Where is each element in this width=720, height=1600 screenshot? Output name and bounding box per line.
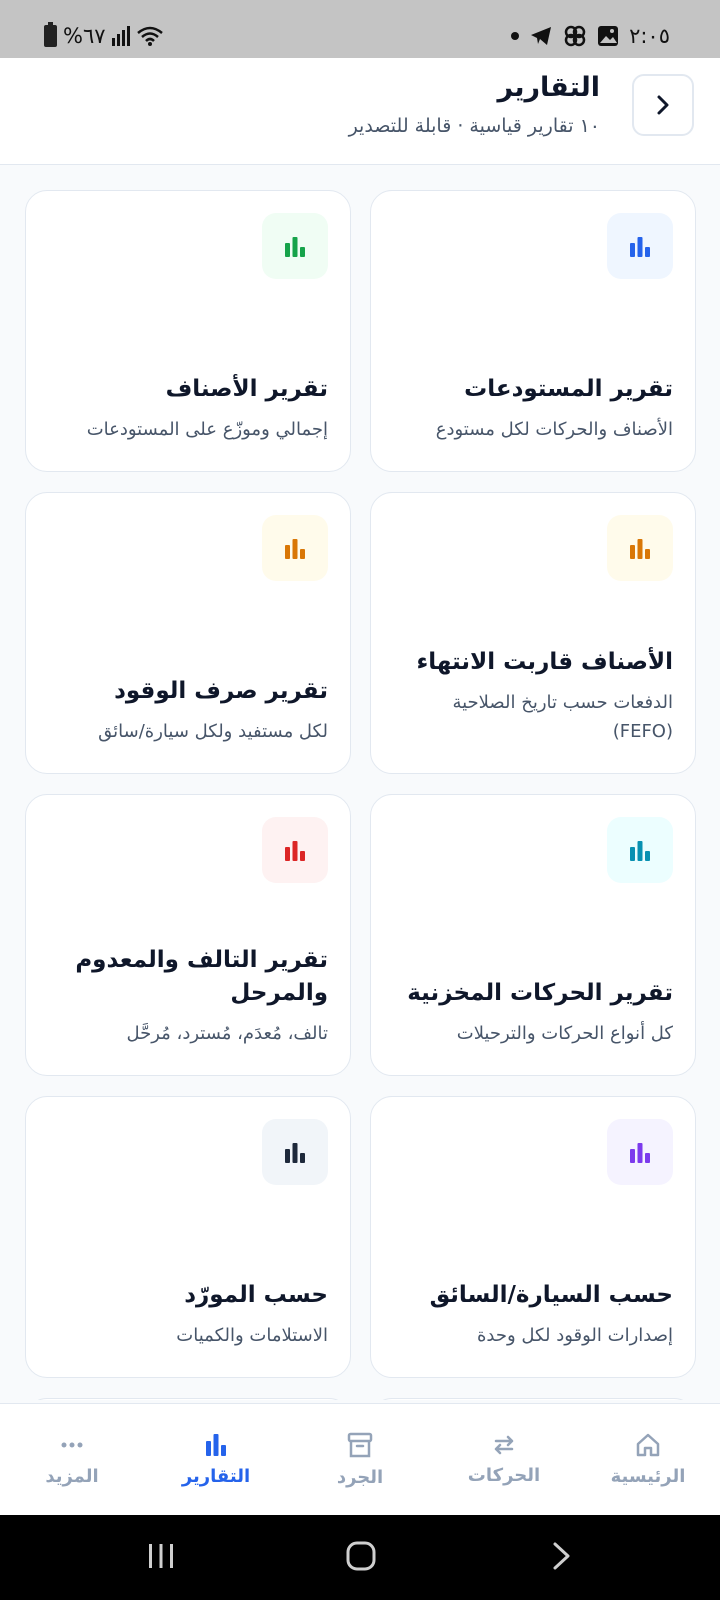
report-card-expiring[interactable]: الأصناف قاربت الانتهاء الدفعات حسب تاريخ… — [370, 492, 696, 774]
telegram-icon — [531, 27, 552, 45]
bar-chart-icon — [285, 539, 305, 559]
report-title: حسب السيارة/السائق — [429, 1281, 673, 1308]
nav-more[interactable]: المزيد — [0, 1404, 144, 1515]
wifi-icon — [136, 26, 163, 46]
nav-reports[interactable]: التقارير — [144, 1404, 288, 1515]
report-description: الأصناف والحركات لكل مستودع — [435, 419, 673, 441]
pinwheel-icon — [564, 25, 586, 47]
report-icon-box — [262, 817, 328, 883]
report-description: كل أنواع الحركات والترحيلات — [456, 1023, 673, 1045]
report-card-supplier[interactable]: حسب المورّد الاستلامات والكميات — [25, 1096, 351, 1378]
gallery-icon — [598, 26, 619, 46]
bar-chart-icon — [630, 539, 650, 559]
swap-arrows-icon — [494, 1435, 514, 1455]
report-description: الاستلامات والكميات — [176, 1325, 328, 1347]
bar-chart-icon — [285, 1143, 305, 1163]
page-subtitle: ١٠ تقارير قياسية · قابلة للتصدير — [348, 115, 600, 137]
report-title: الأصناف قاربت الانتهاء — [416, 649, 673, 676]
report-title: تقرير المستودعات — [464, 375, 673, 402]
bottom-nav: الرئيسية الحركات الجرد التقارير المزيد — [0, 1403, 720, 1515]
bar-chart-icon — [206, 1434, 226, 1456]
header-titles: التقارير ١٠ تقارير قياسية · قابلة للتصدي… — [349, 72, 600, 137]
report-title: تقرير التالف والمعدوم والمرحل — [75, 946, 328, 1006]
report-icon-box — [607, 817, 673, 883]
report-icon-box — [607, 213, 673, 279]
nav-home[interactable]: الرئيسية — [576, 1404, 720, 1515]
report-card-vehicle[interactable]: حسب السيارة/السائق إصدارات الوقود لكل وح… — [370, 1096, 696, 1378]
bar-chart-icon — [630, 1143, 650, 1163]
battery-icon — [44, 22, 57, 47]
home-icon — [636, 1433, 660, 1457]
nav-label: التقارير — [181, 1466, 251, 1487]
report-title: تقرير الأصناف — [165, 375, 328, 402]
report-description: الدفعات حسب تاريخ الصلاحية (FEFO) — [452, 692, 673, 743]
nav-label: المزيد — [45, 1466, 99, 1487]
report-card-partial[interactable] — [370, 1398, 696, 1400]
report-description: تالف، مُعدَم، مُسترد، مُرحَّل — [126, 1023, 328, 1045]
nav-label: الرئيسية — [610, 1466, 686, 1487]
bar-chart-icon — [285, 237, 305, 257]
nav-label: الحركات — [467, 1465, 541, 1486]
notification-dot-icon — [511, 32, 520, 40]
report-card-fuel[interactable]: تقرير صرف الوقود لكل مستفيد ولكل سيارة/س… — [25, 492, 351, 774]
report-title: تقرير صرف الوقود — [114, 677, 328, 704]
bar-chart-icon — [285, 841, 305, 861]
report-description: إجمالي وموزّع على المستودعات — [86, 419, 328, 441]
report-icon-box — [607, 1119, 673, 1185]
battery-percent: %٦٧ — [63, 24, 106, 48]
reports-grid: تقرير المستودعات الأصناف والحركات لكل مس… — [24, 190, 696, 1400]
bar-chart-icon — [630, 841, 650, 861]
report-description: لكل مستفيد ولكل سيارة/سائق — [98, 721, 328, 743]
signal-icon — [111, 26, 130, 46]
archive-box-icon — [347, 1432, 373, 1458]
clock: ٢:٠٥ — [629, 24, 670, 48]
nav-label: الجرد — [336, 1467, 384, 1488]
report-title: حسب المورّد — [184, 1281, 328, 1308]
report-icon-box — [607, 515, 673, 581]
bar-chart-icon — [630, 237, 650, 257]
report-icon-box — [262, 213, 328, 279]
report-card-warehouses[interactable]: تقرير المستودعات الأصناف والحركات لكل مس… — [370, 190, 696, 472]
system-nav-bar — [0, 1515, 720, 1600]
report-description: إصدارات الوقود لكل وحدة — [477, 1325, 673, 1347]
status-bar: %٦٧ ٢:٠٥ — [0, 0, 720, 58]
page-title: التقارير — [497, 72, 600, 103]
nav-inventory[interactable]: الجرد — [288, 1404, 432, 1515]
chevron-right-icon — [657, 95, 669, 115]
home-circle-icon[interactable] — [346, 1541, 376, 1571]
back-button[interactable] — [632, 74, 694, 136]
report-icon-box — [262, 1119, 328, 1185]
nav-movements[interactable]: الحركات — [432, 1404, 576, 1515]
report-card-partial[interactable] — [25, 1398, 351, 1400]
report-card-damaged[interactable]: تقرير التالف والمعدوم والمرحل تالف، مُعد… — [25, 794, 351, 1076]
status-right: ٢:٠٥ — [511, 24, 670, 48]
report-icon-box — [262, 515, 328, 581]
status-left: %٦٧ — [44, 22, 164, 48]
report-card-movements[interactable]: تقرير الحركات المخزنية كل أنواع الحركات … — [370, 794, 696, 1076]
report-title: تقرير الحركات المخزنية — [407, 979, 673, 1006]
recent-apps-icon[interactable] — [146, 1541, 176, 1571]
app-header: التقارير ١٠ تقارير قياسية · قابلة للتصدي… — [0, 58, 720, 165]
back-chevron-icon[interactable] — [551, 1541, 573, 1571]
more-dots-icon — [61, 1442, 83, 1448]
report-card-items[interactable]: تقرير الأصناف إجمالي وموزّع على المستودع… — [25, 190, 351, 472]
